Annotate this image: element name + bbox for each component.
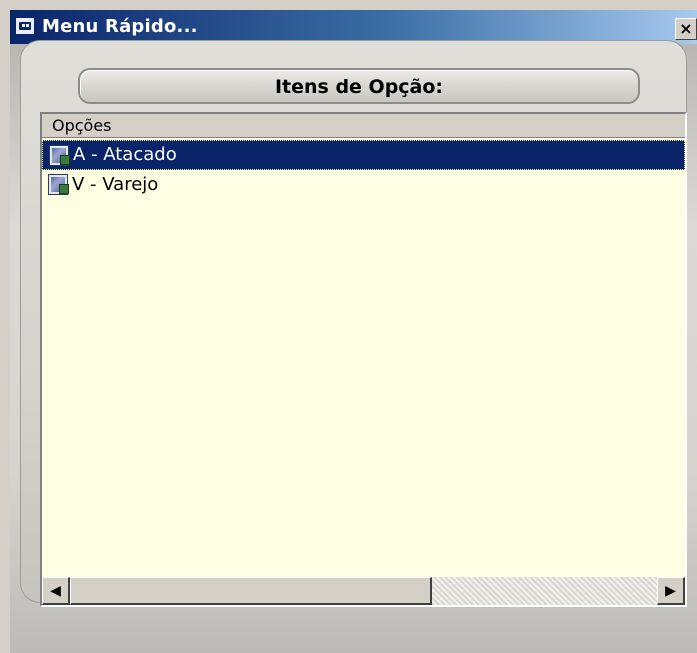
column-header-label: Opções <box>52 116 112 135</box>
option-item-icon <box>49 145 70 166</box>
title-bar[interactable]: Menu Rápido... × <box>10 10 697 44</box>
window-title: Menu Rápido... <box>42 16 198 37</box>
section-header: Itens de Opção: <box>78 68 640 104</box>
section-header-label: Itens de Opção: <box>274 76 444 98</box>
column-header-opcoes[interactable]: Opções <box>42 114 685 138</box>
list-item-label: A - Atacado <box>73 144 177 165</box>
list-item-varejo[interactable]: V - Varejo <box>42 170 685 200</box>
app-icon <box>15 17 35 35</box>
list-item-atacado[interactable]: A - Atacado <box>42 140 685 170</box>
scroll-left-button[interactable]: ◀ <box>42 577 70 605</box>
menu-rapido-window: Menu Rápido... × Itens de Opção: Opções … <box>0 0 697 653</box>
option-item-icon <box>48 174 69 195</box>
horizontal-scrollbar[interactable]: ◀ ▶ <box>42 577 685 605</box>
options-listview[interactable]: Opções A - Atacado V - Varejo ◀ ▶ <box>40 112 687 607</box>
list-item-label: V - Varejo <box>72 174 159 195</box>
scroll-right-button[interactable]: ▶ <box>657 577 685 605</box>
scrollbar-thumb[interactable] <box>70 577 432 605</box>
close-button[interactable]: × <box>675 18 697 40</box>
